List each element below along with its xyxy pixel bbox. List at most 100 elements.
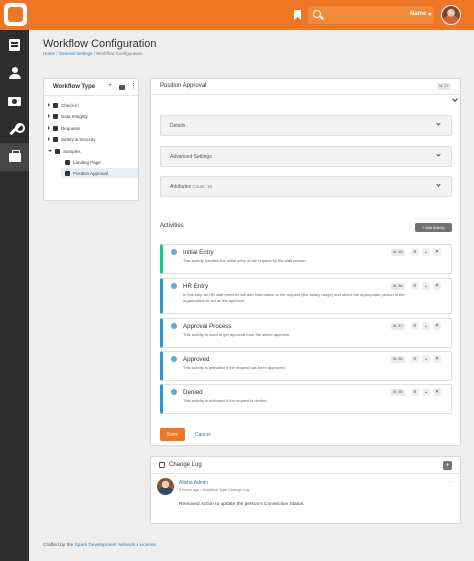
- activity-description: This activity is used to get approval fr…: [183, 332, 291, 337]
- activity-title: Initial Entry: [183, 249, 214, 256]
- chevron-down-icon[interactable]: [436, 152, 441, 157]
- id-badge: Id: 37: [391, 323, 405, 330]
- question-icon: [53, 125, 58, 131]
- close-icon[interactable]: ✕: [433, 248, 441, 256]
- section-attributes[interactable]: Attributes Count: 10: [160, 176, 452, 197]
- checkin-icon: [53, 102, 58, 108]
- footer-license-link[interactable]: License: [140, 543, 157, 548]
- chevron-down-icon[interactable]: ⌄: [422, 388, 430, 396]
- activity-initial-entry[interactable]: Initial Entry This activity handles the …: [160, 244, 452, 274]
- reorder-icon[interactable]: ≡: [411, 322, 419, 330]
- chevron-down-icon[interactable]: [428, 13, 432, 16]
- plus-icon[interactable]: +: [108, 82, 112, 89]
- activity-title: Denied: [183, 389, 203, 396]
- activity-description: This activity handles the initial entry …: [183, 258, 307, 263]
- activity-approved[interactable]: Approved This activity is activated if t…: [160, 351, 452, 381]
- attributes-label: Attributes: [170, 184, 192, 190]
- id-badge: Id: 35: [391, 249, 405, 256]
- activity-hr-entry[interactable]: HR Entry In this step an HR staff member…: [160, 278, 452, 314]
- sidebar-item-finance[interactable]: [0, 87, 29, 115]
- rock-logo[interactable]: [4, 3, 27, 26]
- activity-title: Approved: [183, 356, 210, 363]
- tree-item-label: Position Approval: [73, 170, 108, 176]
- tree-item-data-integrity[interactable]: Data Integrity: [48, 111, 88, 121]
- chevron-down-icon[interactable]: ⌄: [422, 248, 430, 256]
- footer-separator: /: [136, 543, 139, 548]
- edit-icon: [159, 462, 165, 468]
- note-author[interactable]: Alisha Admin: [179, 480, 208, 486]
- activity-description: This activity is activated if the reques…: [183, 398, 268, 403]
- chevron-down-icon[interactable]: ⌄: [422, 355, 430, 363]
- user-icon: [65, 170, 70, 176]
- add-activity-button[interactable]: + Add Activity: [415, 223, 452, 232]
- page-title: Workflow Configuration: [43, 38, 157, 50]
- activity-title: Approval Process: [183, 323, 232, 330]
- avatar[interactable]: [441, 5, 461, 25]
- chevron-right-icon[interactable]: [48, 103, 50, 107]
- chevron-down-icon[interactable]: [452, 96, 458, 102]
- tree-item-check-in[interactable]: Check-in: [48, 100, 79, 110]
- section-advanced-settings[interactable]: Advanced Settings: [160, 146, 452, 167]
- activity-icon: [171, 323, 177, 329]
- sidebar-item-tools[interactable]: [0, 115, 29, 143]
- cancel-button[interactable]: Cancel: [195, 432, 211, 438]
- reorder-icon[interactable]: ≡: [411, 355, 419, 363]
- tree-item-landing-page[interactable]: Landing Page: [65, 157, 101, 167]
- panel-header: Position Approval Id: 17: [151, 79, 460, 95]
- close-icon[interactable]: ✕: [433, 282, 441, 290]
- reorder-icon[interactable]: ≡: [411, 388, 419, 396]
- chevron-down-icon[interactable]: ⌄: [422, 282, 430, 290]
- change-log-panel: Change Log + Alisha Admin 5 hours ago · …: [150, 456, 461, 524]
- save-button[interactable]: Save: [160, 428, 185, 441]
- chevron-down-icon[interactable]: [436, 121, 441, 126]
- more-options-icon[interactable]: ···: [447, 479, 453, 485]
- id-badge: Id: 36: [391, 283, 405, 290]
- add-note-button[interactable]: +: [443, 461, 452, 470]
- workflow-type-panel: Workflow Type + ⋮ Check-in Data Integrit…: [43, 78, 140, 201]
- footer-org-link[interactable]: Spark Development Network: [74, 543, 135, 548]
- section-label: Details: [170, 123, 186, 129]
- more-options-icon[interactable]: ⋮: [130, 83, 137, 90]
- bookmark-icon[interactable]: [294, 10, 301, 20]
- user-icon: [8, 67, 21, 79]
- activity-description: In this step an HR staff member will add…: [183, 292, 405, 303]
- workflow-type-header: Workflow Type + ⋮: [44, 79, 140, 96]
- close-icon[interactable]: ✕: [433, 322, 441, 330]
- wrench-icon: [9, 123, 25, 135]
- section-details[interactable]: Details: [160, 115, 452, 136]
- avatar: [157, 478, 174, 495]
- chevron-right-icon[interactable]: [48, 114, 50, 118]
- chevron-down-icon[interactable]: [48, 150, 52, 152]
- sidebar-item-people[interactable]: [0, 59, 29, 87]
- close-icon[interactable]: ✕: [433, 388, 441, 396]
- breadcrumb-home[interactable]: Home: [43, 51, 55, 56]
- sidebar-item-admin[interactable]: [0, 143, 29, 171]
- tree-item-label: Data Integrity: [61, 113, 88, 119]
- chevron-down-icon[interactable]: ⌄: [422, 322, 430, 330]
- tree-item-label: Safety & Security: [61, 136, 96, 142]
- tree-item-label: Samples: [63, 148, 81, 154]
- tree-item-samples[interactable]: Samples: [48, 146, 81, 156]
- activity-denied[interactable]: Denied This activity is activated if the…: [160, 384, 452, 414]
- user-name[interactable]: Name: [410, 11, 426, 17]
- breadcrumb-general-settings[interactable]: General Settings: [59, 51, 93, 56]
- tree-item-label: Check-in: [61, 102, 79, 108]
- chevron-right-icon[interactable]: [48, 137, 50, 141]
- activity-approval-process[interactable]: Approval Process This activity is used t…: [160, 318, 452, 348]
- folder-icon[interactable]: [119, 85, 125, 90]
- tree-item-requests[interactable]: Requests: [48, 123, 80, 133]
- tree-item-position-approval[interactable]: Position Approval: [61, 168, 138, 178]
- close-icon[interactable]: ✕: [433, 355, 441, 363]
- activity-icon: [171, 249, 177, 255]
- activity-icon: [171, 356, 177, 362]
- star-icon: [55, 148, 60, 154]
- chevron-right-icon[interactable]: [48, 126, 50, 130]
- chevron-down-icon[interactable]: [436, 182, 441, 187]
- reorder-icon[interactable]: ≡: [411, 248, 419, 256]
- workflow-type-title: Workflow Type: [53, 84, 96, 90]
- sidebar-item-dashboard[interactable]: [0, 31, 29, 59]
- money-icon: [8, 96, 21, 106]
- note-source: Workflow Type Change Log: [202, 488, 249, 492]
- reorder-icon[interactable]: ≡: [411, 282, 419, 290]
- tree-item-safety-security[interactable]: Safety & Security: [48, 134, 96, 144]
